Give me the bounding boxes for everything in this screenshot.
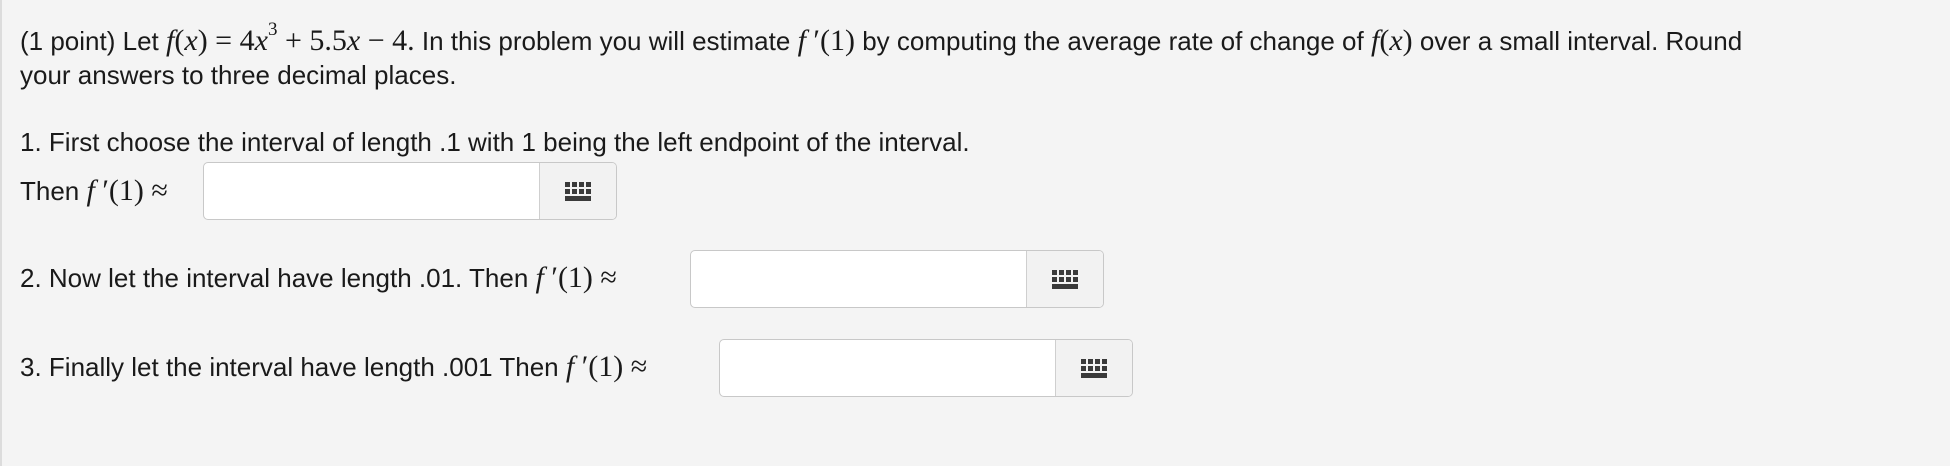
problem-intro-line-1: (1 point) Let f(x) = 4x3 + 5.5x − 4. In …	[20, 14, 1742, 61]
part-1-answer-input[interactable]	[204, 163, 540, 219]
part-2-math-keyboard-button[interactable]	[1026, 251, 1103, 307]
part-1-math-keyboard-button[interactable]	[539, 163, 616, 219]
part-3-prompt-line: 3. Finally let the interval have length …	[20, 347, 647, 387]
keyboard-grid-icon	[565, 181, 592, 201]
fx-expression: f(x)	[1370, 24, 1413, 57]
part-3-answer-box	[719, 339, 1133, 397]
part-3-prompt: 3. Finally let the interval have length …	[20, 352, 559, 382]
keyboard-grid-icon	[1081, 358, 1108, 378]
intro-text-a: In this problem you will estimate	[421, 26, 791, 56]
keyboard-grid-icon	[1052, 269, 1079, 289]
part-2-prompt-line: 2. Now let the interval have length .01.…	[20, 258, 617, 298]
part-1-prompt: 1. First choose the interval of length .…	[20, 127, 970, 157]
part-3-math: f ′(1) ≈	[565, 350, 648, 383]
part-2-answer-box	[690, 250, 1104, 308]
part-2-answer-input[interactable]	[691, 251, 1027, 307]
part-1-then-line: Then f ′(1) ≈	[20, 171, 168, 211]
problem-panel: (1 point) Let f(x) = 4x3 + 5.5x − 4. In …	[0, 0, 1950, 466]
part-3-answer-input[interactable]	[720, 340, 1056, 396]
part-1-answer-box	[203, 162, 617, 220]
part-3-math-keyboard-button[interactable]	[1055, 340, 1132, 396]
derivative-expression: f ′(1)	[797, 24, 855, 57]
intro-text-c: over a small interval. Round	[1419, 26, 1743, 56]
part-1-math: f ′(1) ≈	[86, 174, 168, 207]
part-2-prompt: 2. Now let the interval have length .01.…	[20, 263, 529, 293]
part-2-math: f ′(1) ≈	[535, 261, 617, 294]
function-definition: f(x) = 4x3 + 5.5x − 4.	[166, 19, 415, 57]
intro-text-b: by computing the average rate of change …	[862, 26, 1364, 56]
part-1-then-label: Then	[20, 176, 80, 206]
let-word: Let	[122, 26, 159, 56]
points-label: (1 point)	[20, 26, 116, 56]
problem-intro-line-2: your answers to three decimal places.	[20, 60, 457, 90]
